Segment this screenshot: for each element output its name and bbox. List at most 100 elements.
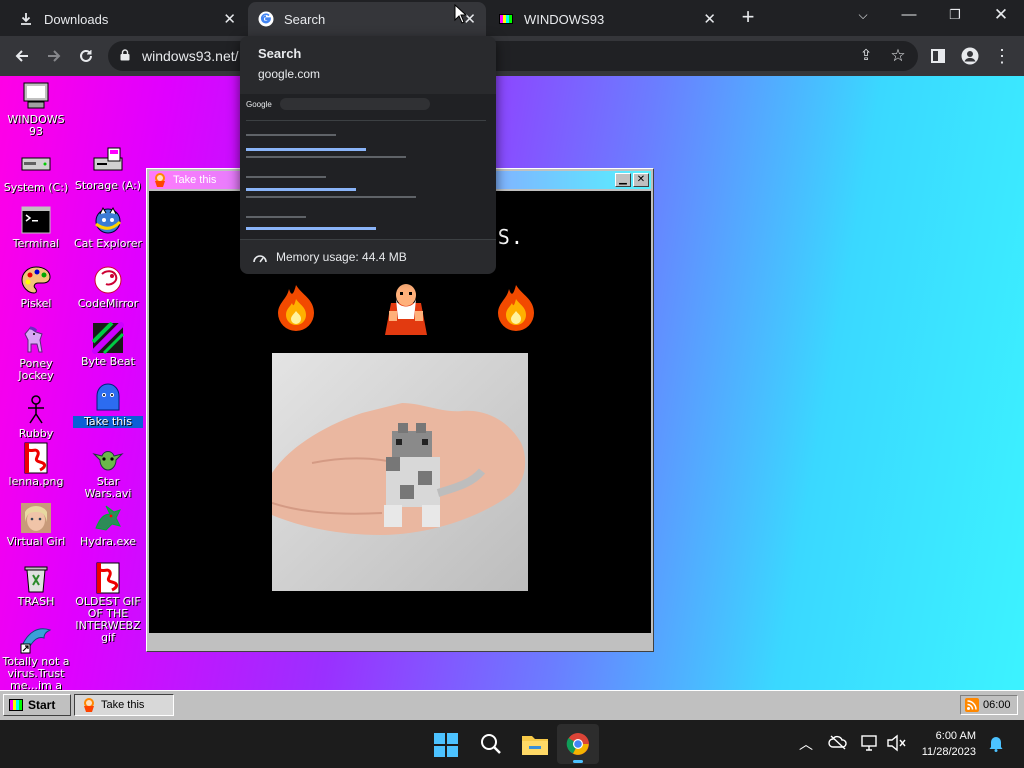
close-window-button[interactable]: ✕: [981, 4, 1021, 26]
desktop-icon-not-a-virus[interactable]: Totally not a virus.Trust me...im a: [1, 622, 71, 690]
thumbnail-divider: [246, 120, 486, 121]
window-title: Take this: [173, 174, 217, 186]
taskbar-item-take-this[interactable]: Take this: [74, 694, 174, 716]
taskbar-item-label: Take this: [101, 699, 145, 711]
tab-windows93[interactable]: WINDOWS93 ✕: [488, 2, 726, 36]
search-icon[interactable]: [479, 732, 503, 761]
dolphin-icon: [20, 622, 52, 654]
hover-card-memory-text: Memory usage: 44.4 MB: [276, 250, 407, 264]
thumbnail-result-link: [246, 148, 366, 151]
desktop-icon-star-wars[interactable]: Star Wars.avi: [73, 442, 143, 500]
windows93-logo-icon: [9, 699, 23, 711]
floppy-drive-icon: [92, 146, 124, 178]
pony-icon: [20, 324, 52, 356]
desktop-icon-hydra[interactable]: Hydra.exe: [73, 502, 143, 548]
desktop-icon-codemirror[interactable]: CodeMirror: [73, 264, 143, 310]
thumbnail-search-box: [280, 98, 430, 110]
minimize-window-button[interactable]: —: [889, 4, 929, 26]
os-time: 6:00 AM: [935, 730, 976, 742]
close-tab-icon[interactable]: ✕: [223, 10, 236, 28]
cat-explorer-icon: [92, 204, 124, 236]
bytebeat-icon: [90, 320, 126, 356]
close-tab-icon[interactable]: ✕: [703, 10, 716, 28]
restore-window-button[interactable]: ❐: [935, 4, 975, 26]
tab-search[interactable]: Search ✕: [248, 2, 486, 36]
mouse-cursor-icon: [454, 4, 468, 24]
computer-icon: [20, 80, 52, 112]
side-panel-icon[interactable]: [924, 43, 952, 69]
os-date: 11/28/2023: [921, 746, 976, 758]
thumbnail-google-logo: Google: [246, 100, 272, 109]
forward-button[interactable]: [40, 43, 68, 69]
yoda-icon: [92, 442, 124, 474]
url-text: windows93.net/: [142, 48, 239, 64]
desktop-icon-poney-jockey[interactable]: Poney Jockey: [1, 324, 71, 382]
thumbnail-result-line: [246, 176, 326, 178]
windows-start-icon[interactable]: [433, 732, 459, 763]
os-clock[interactable]: 6:00 AM 11/28/2023: [922, 728, 976, 760]
reload-button[interactable]: [72, 43, 100, 69]
address-bar[interactable]: windows93.net/: [108, 41, 918, 71]
w93-tray-clock[interactable]: 06:00: [960, 695, 1018, 715]
show-hidden-icons-chevron-icon[interactable]: ︿: [796, 734, 816, 754]
browser-toolbar: windows93.net/ ⇪ ☆ ⋮: [0, 36, 1024, 76]
old-man-icon: [385, 284, 427, 335]
menu-kebab-icon[interactable]: ⋮: [988, 43, 1016, 69]
desktop-icon-terminal[interactable]: Terminal: [1, 204, 71, 250]
stickman-icon: [20, 394, 52, 426]
hover-card-title: Search: [258, 46, 302, 61]
desktop-icon-rubby[interactable]: Rubby: [1, 394, 71, 440]
file-explorer-icon[interactable]: [521, 732, 549, 761]
hover-card-thumbnail: Google: [240, 94, 496, 239]
drive-icon: [20, 148, 52, 180]
desktop-icon-trash[interactable]: TRASH: [1, 562, 71, 608]
desktop-icon-windows93[interactable]: WINDOWS 93: [1, 80, 71, 138]
desktop-icon-oldest-gif[interactable]: OLDEST GIF OF THE INTERWEBZ gif: [73, 562, 143, 644]
tab-search-dropdown-icon[interactable]: ⌵: [843, 4, 883, 26]
lock-icon[interactable]: [120, 49, 130, 61]
tab-hover-card: Search google.com Google Memory usage: 4…: [240, 36, 496, 274]
google-icon: [258, 11, 274, 27]
onedrive-icon[interactable]: [828, 734, 848, 754]
start-label: Start: [28, 698, 56, 712]
desktop-icon-virtual-girl[interactable]: Virtual Girl: [1, 502, 71, 548]
start-button[interactable]: Start: [3, 694, 71, 716]
network-icon[interactable]: [860, 734, 880, 754]
hover-card-domain: google.com: [258, 67, 321, 81]
chrome-taskbar-icon[interactable]: [557, 724, 599, 764]
thumbnail-result-line: [246, 216, 306, 218]
image-file-icon: [92, 562, 124, 594]
thumbnail-result-line: [246, 156, 406, 158]
back-button[interactable]: [8, 43, 36, 69]
desktop-icon-lenna[interactable]: lenna.png: [1, 442, 71, 488]
share-icon[interactable]: ⇪: [852, 43, 880, 69]
lego-cat-photo: [272, 353, 528, 591]
w93-desktop: WINDOWS 93 System (C:) Storage (A:) Term…: [0, 76, 1024, 690]
volume-muted-icon[interactable]: [886, 734, 906, 754]
notification-bell-icon[interactable]: [986, 734, 1006, 754]
terminal-icon: [20, 204, 52, 236]
new-tab-button[interactable]: +: [736, 4, 760, 30]
rss-icon: [965, 698, 979, 712]
desktop-icon-byte-beat[interactable]: Byte Beat: [73, 320, 143, 368]
profile-avatar-icon[interactable]: [956, 43, 984, 69]
desktop-icon-cat-explorer[interactable]: Cat Explorer: [73, 204, 143, 250]
dragon-icon: [92, 502, 124, 534]
face-icon: [20, 502, 52, 534]
tab-downloads[interactable]: Downloads ✕: [8, 2, 246, 36]
windows93-icon: [498, 11, 514, 27]
w93-tray-time: 06:00: [983, 699, 1011, 711]
tab-strip: Downloads ✕ Search ✕ WINDOWS93 ✕ + ⌵ — ❐…: [0, 0, 1024, 36]
desktop-icon-system-c[interactable]: System (C:): [1, 148, 71, 194]
desktop-icon-storage-a[interactable]: Storage (A:): [73, 146, 143, 192]
desktop-icon-piskel[interactable]: Piskel: [1, 264, 71, 310]
tab-label: Downloads: [44, 11, 109, 27]
codemirror-icon: [92, 264, 124, 296]
window-minimize-button[interactable]: ▁: [615, 173, 631, 187]
w93-taskbar: Start Take this 06:00: [0, 690, 1024, 720]
bookmark-star-icon[interactable]: ☆: [884, 43, 912, 69]
window-close-button[interactable]: ✕: [633, 173, 649, 187]
image-file-icon: [20, 442, 52, 474]
desktop-icon-take-this[interactable]: Take this: [73, 382, 143, 428]
trash-icon: [20, 562, 52, 594]
